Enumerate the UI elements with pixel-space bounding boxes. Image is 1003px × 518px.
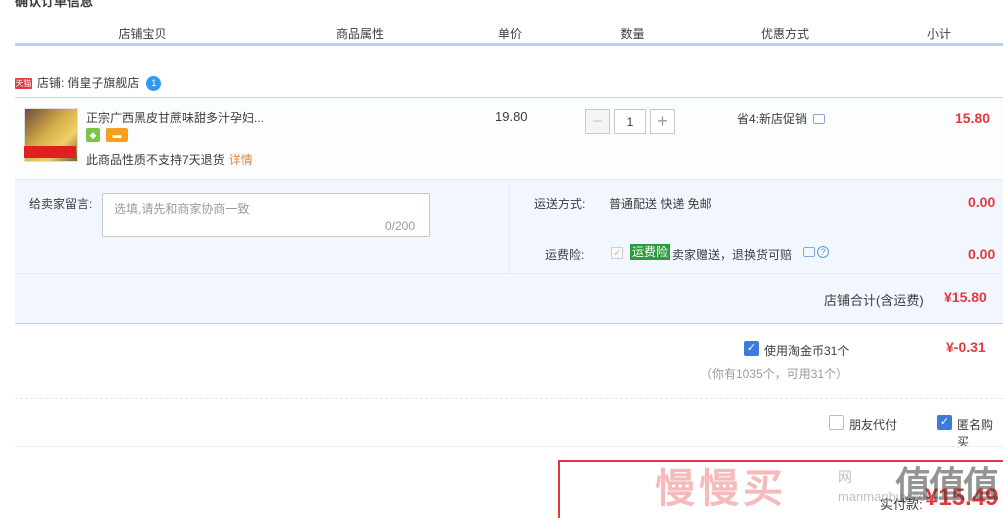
no-return-notice: 此商品性质不支持7天退货 详情 <box>86 151 253 168</box>
unit-price: 19.80 <box>495 109 528 124</box>
quantity-input[interactable]: 1 <box>614 109 646 134</box>
insurance-badge: 运费险 <box>630 244 671 260</box>
insurance-amount: 0.00 <box>968 246 996 262</box>
col-header-qty: 数量 <box>620 27 645 41</box>
insurance-label: 运费险: <box>545 248 585 262</box>
comment-icon[interactable] <box>803 247 815 257</box>
friend-pay-checkbox[interactable] <box>829 415 844 430</box>
promotion-text: 省4:新店促销 <box>737 112 808 126</box>
detail-link[interactable]: 详情 <box>229 153 253 167</box>
comment-icon[interactable] <box>813 113 826 124</box>
shop-total-label: 店铺合计(含运费) <box>824 293 924 308</box>
watermark-zhi-logo: 值值值 <box>895 464 999 505</box>
help-icon[interactable]: ? <box>817 246 829 258</box>
vertical-divider <box>509 180 510 273</box>
shop-label: 店铺: <box>37 76 65 90</box>
card-payment-icon[interactable]: ▬ <box>106 128 128 142</box>
col-header-subtotal: 小计 <box>926 27 951 41</box>
page-heading: 确认订单信息 <box>15 0 94 9</box>
service-badge-icon[interactable]: ◆ <box>86 128 100 142</box>
watermark-net: 网 <box>838 469 852 485</box>
order-block-bottom-border <box>15 323 1003 324</box>
quantity-decrease-button[interactable]: − <box>585 109 610 134</box>
product-thumbnail-banner <box>24 146 76 158</box>
seller-message-counter: 0/200 <box>385 219 416 233</box>
insurance-text: 卖家赠送，退换货可赔 <box>672 248 793 262</box>
shop-row: 天猫 店铺: 俏皇子旗舰店 1 <box>15 73 162 93</box>
col-header-price: 单价 <box>497 27 522 41</box>
divider <box>15 446 1003 447</box>
divider <box>15 273 1003 274</box>
shop-total-value: ¥15.80 <box>944 289 987 305</box>
insurance-icons: ? <box>803 246 829 258</box>
shipping-method[interactable]: 普通配送 快递 免邮 <box>609 195 712 212</box>
no-return-text: 此商品性质不支持7天退货 <box>86 153 225 167</box>
seller-message-label: 给卖家留言: <box>29 197 93 211</box>
use-coins-label[interactable]: 使用淘金币31个 <box>764 342 849 359</box>
quantity-increase-button[interactable]: + <box>650 109 675 134</box>
watermark-logo: 慢慢买 <box>655 467 787 511</box>
column-header-bar <box>15 43 1003 46</box>
product-name-link[interactable]: 正宗广西黑皮甘蔗味甜多汁孕妇... <box>86 109 264 126</box>
shipping-amount: 0.00 <box>968 194 996 210</box>
seller-message-placeholder: 选填,请先和商家协商一致 <box>114 202 250 216</box>
item-subtotal: 15.80 <box>955 110 991 126</box>
anonymous-checkbox[interactable]: ✓ <box>937 415 952 430</box>
insurance-checkbox: ✓ <box>611 247 623 259</box>
order-block-top-border <box>15 97 1003 98</box>
promotion: 省4:新店促销 <box>737 110 826 127</box>
quantity-stepper: − 1 + <box>585 109 675 134</box>
shipping-label: 运送方式: <box>534 197 586 211</box>
coins-balance-note: （你有1035个，可用31个） <box>700 367 849 381</box>
divider <box>15 398 1003 400</box>
col-header-discount: 优惠方式 <box>760 27 809 41</box>
friend-pay-label[interactable]: 朋友代付 <box>849 416 897 433</box>
chat-icon[interactable]: 1 <box>146 75 162 91</box>
use-coins-checkbox[interactable]: ✓ <box>744 341 759 356</box>
tmall-icon: 天猫 <box>15 77 32 89</box>
coins-discount-amount: ¥-0.31 <box>946 339 986 355</box>
anonymous-label[interactable]: 匿名购买 <box>957 416 1003 450</box>
col-header-attr: 商品属性 <box>335 27 384 41</box>
col-header-item: 店铺宝贝 <box>118 27 167 41</box>
shop-name-link[interactable]: 俏皇子旗舰店 <box>67 73 139 93</box>
